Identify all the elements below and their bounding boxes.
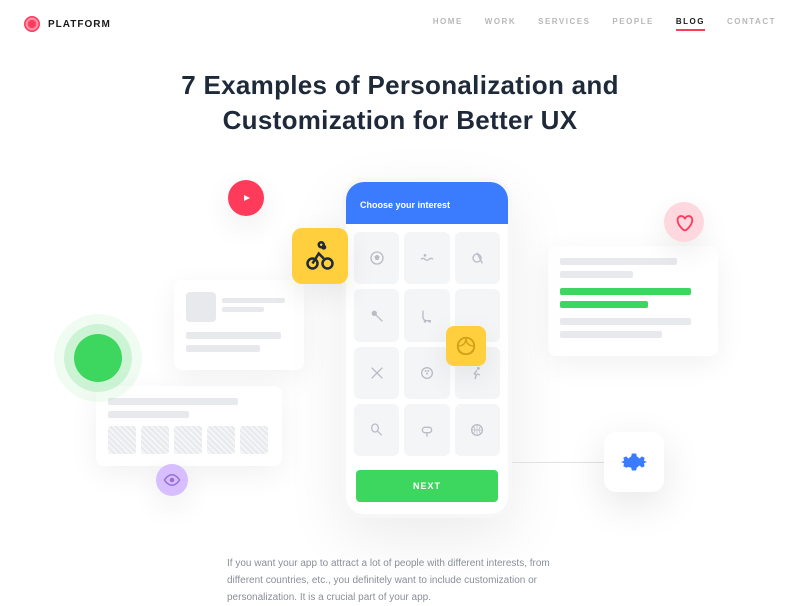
main-nav: HOME WORK SERVICES PEOPLE BLOG CONTACT: [433, 17, 776, 31]
placeholder-thumb: [141, 426, 169, 454]
eye-icon: [156, 464, 188, 496]
page-title: 7 Examples of Personalization and Custom…: [140, 68, 660, 138]
panel-card-right: [548, 246, 718, 356]
placeholder-bar: [108, 398, 238, 405]
green-circle-icon: [74, 334, 122, 382]
placeholder-line: [222, 307, 264, 312]
tile-racquet[interactable]: [354, 404, 399, 456]
logo-text: PLATFORM: [48, 19, 111, 30]
tile-soccer[interactable]: [354, 232, 399, 284]
tile-bowling[interactable]: [404, 347, 449, 399]
phone-mockup: Choose your interest NEXT: [342, 178, 512, 518]
placeholder-bar: [186, 345, 260, 352]
logo[interactable]: PLATFORM: [24, 16, 111, 32]
logo-icon: [24, 16, 40, 32]
hero-illustration: Choose your interest NEXT: [0, 168, 800, 538]
placeholder-bar: [560, 331, 662, 338]
nav-people[interactable]: PEOPLE: [612, 17, 653, 31]
placeholder-bar: [560, 271, 633, 278]
placeholder-thumb: [207, 426, 235, 454]
heart-pin-icon: [664, 202, 704, 242]
panel-card-left-top: [174, 280, 304, 370]
placeholder-thumb: [240, 426, 268, 454]
phone-header: Choose your interest: [346, 182, 508, 224]
nav-work[interactable]: WORK: [485, 17, 516, 31]
article-body: If you want your app to attract a lot of…: [227, 555, 573, 606]
placeholder-bar: [560, 318, 691, 325]
nav-contact[interactable]: CONTACT: [727, 17, 776, 31]
tile-skating[interactable]: [404, 289, 449, 341]
tile-diving[interactable]: [404, 404, 449, 456]
cycling-icon: [292, 228, 348, 284]
tile-swimming[interactable]: [404, 232, 449, 284]
volleyball-icon: [446, 326, 486, 366]
placeholder-bar-accent: [560, 288, 691, 295]
placeholder-thumb: [186, 292, 216, 322]
tile-basketball[interactable]: [455, 404, 500, 456]
tile-golf[interactable]: [455, 232, 500, 284]
placeholder-line: [222, 298, 285, 303]
placeholder-bar: [186, 332, 281, 339]
tile-baseball[interactable]: [354, 347, 399, 399]
placeholder-bar-accent: [560, 301, 648, 308]
panel-card-left-bottom: [96, 386, 282, 466]
connector-line: [512, 462, 604, 463]
tile-tennis[interactable]: [354, 289, 399, 341]
next-button[interactable]: NEXT: [356, 470, 498, 502]
nav-services[interactable]: SERVICES: [538, 17, 590, 31]
title-heading: 7 Examples of Personalization and Custom…: [140, 68, 660, 138]
placeholder-thumb: [174, 426, 202, 454]
nav-home[interactable]: HOME: [433, 17, 463, 31]
placeholder-thumb: [108, 426, 136, 454]
nav-blog[interactable]: BLOG: [676, 17, 705, 31]
placeholder-bar: [560, 258, 677, 265]
youtube-icon: [228, 180, 264, 216]
gear-icon: [604, 432, 664, 492]
placeholder-bar: [108, 411, 189, 418]
